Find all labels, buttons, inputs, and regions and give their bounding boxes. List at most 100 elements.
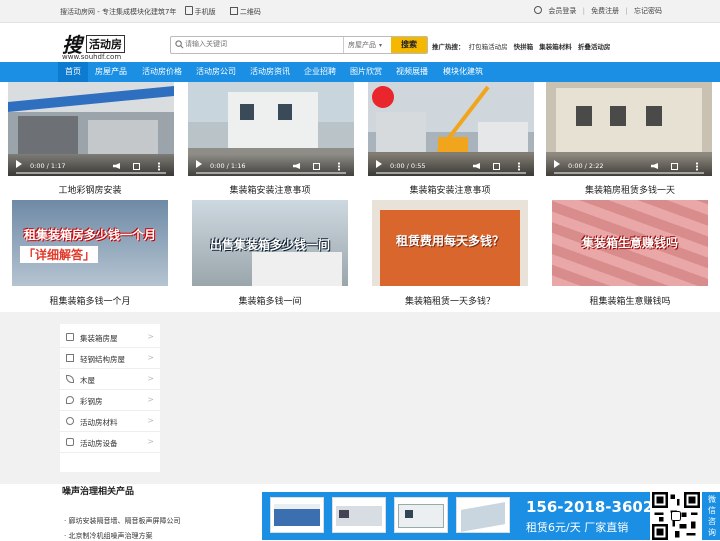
- nav-item-modular[interactable]: 模块化建筑: [436, 62, 490, 82]
- video-progress-bar[interactable]: [554, 172, 704, 174]
- forgot-password-link[interactable]: 忘记密码: [634, 7, 662, 15]
- video-time: 0:00 / 0:55: [390, 162, 426, 170]
- hot-item[interactable]: 集装箱材料: [539, 43, 572, 51]
- chevron-right-icon: >: [147, 353, 154, 362]
- article-title[interactable]: 集装箱租赁一天多钱？: [360, 294, 540, 307]
- nav-item-news[interactable]: 活动房资讯: [244, 62, 296, 82]
- article-title[interactable]: 集装箱多钱一间: [180, 294, 360, 307]
- fullscreen-icon[interactable]: [671, 163, 678, 170]
- search-box: 房屋产品▾ 搜索: [170, 36, 428, 54]
- nav-item-prices[interactable]: 活动房价格: [136, 62, 188, 82]
- hot-item[interactable]: 折叠活动房: [578, 43, 611, 51]
- wechat-qr-code: [650, 492, 702, 540]
- ad-product-image: [270, 497, 324, 533]
- login-link[interactable]: 会员登录: [548, 7, 576, 15]
- ad-product-image: [394, 497, 448, 533]
- video-progress-bar[interactable]: [196, 172, 346, 174]
- leaf-icon: [66, 375, 74, 383]
- ad-phone[interactable]: 156-2018-3602: [526, 498, 653, 516]
- chevron-right-icon: >: [147, 437, 154, 446]
- category-sidebar: 集装箱房屋 > 轻钢结构房屋 > 木屋 > 彩钢房 > 活动房材料 > 活动房设…: [60, 324, 160, 472]
- more-options-icon[interactable]: [696, 162, 698, 171]
- house-icon: [66, 333, 74, 341]
- more-options-icon[interactable]: [338, 162, 340, 171]
- chevron-right-icon: >: [147, 395, 154, 404]
- play-icon[interactable]: [16, 160, 22, 168]
- header: 搜 活动房 www.souhdf.com 房屋产品▾ 搜索 推广热搜： 打包箱活…: [0, 23, 720, 63]
- play-icon[interactable]: [554, 160, 560, 168]
- nav-item-home[interactable]: 首页: [58, 62, 88, 82]
- gear-icon: [66, 417, 74, 425]
- chevron-down-icon: ▾: [379, 42, 383, 49]
- more-options-icon[interactable]: [518, 162, 520, 171]
- tool-icon: [66, 438, 74, 446]
- video-player[interactable]: 0:00 / 1:16: [188, 82, 354, 176]
- nav-item-jobs[interactable]: 企业招聘: [298, 62, 342, 82]
- ad-product-image: [456, 497, 510, 533]
- article-image[interactable]: 租集装箱房多少钱一个月 「详细解答」: [12, 200, 168, 286]
- building-icon: [66, 354, 74, 362]
- nav-item-videos[interactable]: 视频展播: [390, 62, 434, 82]
- video-player[interactable]: 0:00 / 0:55: [368, 82, 534, 176]
- video-title[interactable]: 集装箱房租赁多钱一天: [540, 183, 720, 196]
- video-progress-bar[interactable]: [16, 172, 166, 174]
- fullscreen-icon[interactable]: [133, 163, 140, 170]
- search-icon: [175, 40, 184, 49]
- video-time: 0:00 / 2:22: [568, 162, 604, 170]
- chevron-right-icon: >: [147, 416, 154, 425]
- ad-subtitle: 租赁6元/天 厂家直销: [526, 521, 629, 534]
- sidebar-item-materials[interactable]: 活动房材料 >: [60, 411, 160, 432]
- location-icon: [66, 396, 74, 404]
- hot-searches: 推广热搜： 打包箱活动房 快拼箱 集装箱材料 折叠活动房: [432, 43, 611, 51]
- top-bar: 搜活动房网 - 专注集成模块化建筑7年 手机版 二维码 会员登录 | 免费注册 …: [0, 0, 720, 23]
- video-player[interactable]: 0:00 / 2:22: [546, 82, 712, 176]
- chevron-right-icon: >: [147, 374, 154, 383]
- fullscreen-icon[interactable]: [493, 163, 500, 170]
- video-time: 0:00 / 1:16: [210, 162, 246, 170]
- mobile-link[interactable]: 手机版: [184, 6, 222, 16]
- video-progress-bar[interactable]: [376, 172, 526, 174]
- related-product-link[interactable]: · 廊坊安装隔音墙、隔音板声屏障公司: [64, 516, 180, 526]
- sidebar-item-color-steel[interactable]: 彩钢房 >: [60, 390, 160, 411]
- sidebar-item-wood-house[interactable]: 木屋 >: [60, 369, 160, 390]
- more-options-icon[interactable]: [158, 162, 160, 171]
- phone-icon: [184, 6, 193, 15]
- sidebar-item-container-house[interactable]: 集装箱房屋 >: [60, 327, 160, 348]
- nav-item-companies[interactable]: 活动房公司: [190, 62, 242, 82]
- video-time: 0:00 / 1:17: [30, 162, 66, 170]
- article-image[interactable]: 集装箱生意赚钱吗: [552, 200, 708, 286]
- article-title[interactable]: 租集装箱生意赚钱吗: [540, 294, 720, 307]
- sidebar-item-equipment[interactable]: 活动房设备 >: [60, 432, 160, 453]
- main-nav: 首页 房屋产品 活动房价格 活动房公司 活动房资讯 企业招聘 图片欣赏 视频展播…: [0, 62, 720, 82]
- qr-icon: [229, 7, 238, 15]
- video-player[interactable]: 0:00 / 1:17: [8, 82, 174, 176]
- play-icon[interactable]: [376, 160, 382, 168]
- floating-ad-banner[interactable]: 156-2018-3602 租赁6元/天 厂家直销 微信咨询: [262, 492, 720, 540]
- register-link[interactable]: 免费注册: [591, 7, 619, 15]
- search-button[interactable]: 搜索: [391, 37, 427, 53]
- nav-item-products[interactable]: 房屋产品: [88, 62, 134, 82]
- fullscreen-icon[interactable]: [313, 163, 320, 170]
- qr-link[interactable]: 二维码: [229, 7, 267, 16]
- video-title[interactable]: 集装箱安装注意事项: [360, 183, 540, 196]
- video-title[interactable]: 集装箱安装注意事项: [180, 183, 360, 196]
- site-logo[interactable]: 搜 活动房 www.souhdf.com: [60, 29, 158, 61]
- search-input[interactable]: [185, 38, 345, 50]
- article-overlay-tag: 「详细解答」: [20, 246, 99, 263]
- hot-item[interactable]: 快拼箱: [514, 43, 534, 51]
- sidebar-item-light-steel[interactable]: 轻钢结构房屋 >: [60, 348, 160, 369]
- article-image[interactable]: 租赁费用每天多钱？: [372, 200, 528, 286]
- nav-item-gallery[interactable]: 图片欣赏: [344, 62, 388, 82]
- video-title[interactable]: 工地彩钢房安装: [0, 183, 180, 196]
- ad-product-image: [332, 497, 386, 533]
- flower-icon: [372, 86, 394, 108]
- wechat-consult-label: 微信咨询: [708, 495, 716, 537]
- play-icon[interactable]: [196, 160, 202, 168]
- article-title[interactable]: 租集装箱多钱一个月: [0, 294, 180, 307]
- search-category-select[interactable]: 房屋产品 ▾: [343, 37, 389, 53]
- site-slogan: 搜活动房网 - 专注集成模块化建筑7年: [60, 8, 177, 16]
- article-image[interactable]: 出售集装箱多少钱一间: [192, 200, 348, 286]
- chevron-right-icon: >: [147, 332, 154, 341]
- user-icon: [534, 6, 543, 14]
- hot-item[interactable]: 打包箱活动房: [469, 43, 508, 51]
